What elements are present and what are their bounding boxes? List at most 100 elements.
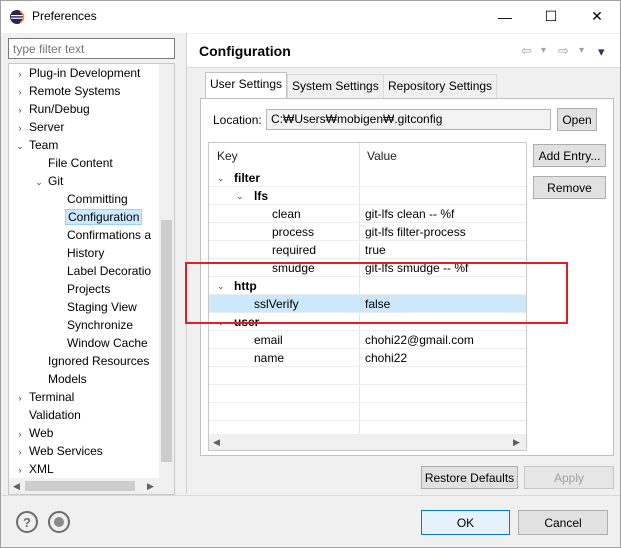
tree-item[interactable]: › Remote Systems: [13, 82, 122, 100]
view-menu-icon[interactable]: ▾: [598, 44, 605, 60]
tree-item[interactable]: Label Decoratio: [51, 262, 153, 280]
tree-item[interactable]: Synchronize: [51, 316, 135, 334]
chevron-right-icon[interactable]: ›: [13, 101, 27, 119]
tree-item[interactable]: Confirmations a: [51, 226, 153, 244]
key-cell: required: [272, 243, 317, 257]
chevron-right-icon[interactable]: ›: [13, 461, 27, 479]
tab-user-settings[interactable]: User Settings: [205, 72, 288, 99]
close-button[interactable]: ✕: [574, 1, 620, 32]
tree-item-label: Team: [29, 138, 59, 152]
table-row[interactable]: required true: [209, 241, 526, 259]
tree-item[interactable]: Configuration: [51, 208, 143, 226]
tree-item-label: Projects: [67, 282, 111, 296]
remove-button[interactable]: Remove: [533, 176, 606, 199]
column-header-value[interactable]: Value: [359, 143, 397, 169]
forward-icon[interactable]: ⇨: [558, 43, 569, 59]
tree-horizontal-scroll-thumb[interactable]: [25, 481, 135, 491]
tree-item[interactable]: Committing: [51, 190, 130, 208]
tree-item[interactable]: Ignored Resources: [32, 352, 151, 370]
forward-dropdown-icon[interactable]: ▾: [579, 45, 584, 56]
tree-item[interactable]: Staging View: [51, 298, 139, 316]
restore-defaults-button[interactable]: Restore Defaults: [421, 466, 518, 489]
tree-item-label: Synchronize: [67, 318, 134, 332]
record-icon[interactable]: [48, 511, 70, 533]
tab-repository-settings[interactable]: Repository Settings: [383, 74, 498, 98]
back-icon[interactable]: ⇦: [521, 43, 532, 59]
ok-button[interactable]: OK: [421, 510, 510, 535]
scroll-left-icon[interactable]: ◀: [13, 481, 20, 492]
scroll-right-icon[interactable]: ▶: [147, 481, 154, 492]
tab-label: System Settings: [292, 79, 379, 93]
tree-item[interactable]: › Run/Debug: [13, 100, 92, 118]
add-entry-button[interactable]: Add Entry...: [533, 144, 606, 167]
title-bar[interactable]: Preferences — ☐ ✕: [1, 1, 620, 33]
tree-item[interactable]: Models: [32, 370, 89, 388]
back-dropdown-icon[interactable]: ▾: [541, 45, 546, 56]
table-row[interactable]: name chohi22: [209, 349, 526, 367]
tree-vertical-scrollbar[interactable]: [159, 64, 174, 478]
key-cell: clean: [272, 207, 301, 221]
location-field[interactable]: C:₩Users₩mobigen₩.gitconfig: [266, 109, 551, 130]
key-cell: filter: [234, 171, 261, 185]
table-row[interactable]: email chohi22@gmail.com: [209, 331, 526, 349]
tree-item[interactable]: File Content: [32, 154, 115, 172]
chevron-right-icon[interactable]: ›: [13, 65, 27, 83]
tree-item-label: XML: [29, 462, 54, 476]
help-icon[interactable]: ?: [16, 511, 38, 533]
window-title: Preferences: [32, 9, 97, 23]
maximize-icon: ☐: [544, 8, 558, 24]
tree-horizontal-scrollbar[interactable]: ◀ ▶: [9, 478, 174, 494]
chevron-right-icon[interactable]: ›: [13, 83, 27, 101]
tree-item[interactable]: › Terminal: [13, 388, 76, 406]
tree-item[interactable]: Validation: [13, 406, 83, 424]
preference-tree[interactable]: › Plug-in Development › Remote Systems › Run/…: [8, 63, 175, 495]
tree-item[interactable]: › Server: [13, 118, 66, 136]
scroll-right-icon[interactable]: ▶: [513, 437, 520, 448]
tree-item[interactable]: Projects: [51, 280, 112, 298]
chevron-right-icon[interactable]: ›: [13, 443, 27, 461]
tree-vertical-scroll-thumb[interactable]: [161, 220, 172, 462]
table-row[interactable]: process git-lfs filter-process: [209, 223, 526, 241]
table-horizontal-scrollbar[interactable]: ◀ ▶: [209, 434, 526, 450]
chevron-down-icon[interactable]: ⌄: [32, 173, 46, 191]
table-row[interactable]: ⌄ lfs: [209, 187, 526, 205]
table-row: [209, 367, 526, 385]
tab-system-settings[interactable]: System Settings: [287, 74, 384, 98]
apply-button[interactable]: Apply: [524, 466, 614, 489]
cancel-button[interactable]: Cancel: [518, 510, 608, 535]
table-row: [209, 385, 526, 403]
tree-item[interactable]: Window Cache: [51, 334, 150, 352]
tree-item-label: Git: [48, 174, 64, 188]
minimize-button[interactable]: —: [482, 1, 528, 32]
highlight-box: [185, 262, 568, 324]
key-cell: process: [272, 225, 315, 239]
table-row[interactable]: clean git-lfs clean -- %f: [209, 205, 526, 223]
chevron-right-icon[interactable]: ›: [13, 119, 27, 137]
tree-item[interactable]: › XML: [13, 460, 56, 478]
chevron-right-icon[interactable]: ›: [13, 389, 27, 407]
tree-item[interactable]: › Web: [13, 424, 55, 442]
expand-chevron-icon[interactable]: ⌄: [236, 187, 244, 205]
chevron-down-icon[interactable]: ⌄: [13, 137, 27, 155]
maximize-button[interactable]: ☐: [528, 1, 574, 32]
table-row[interactable]: ⌄ filter: [209, 169, 526, 187]
key-cell: name: [254, 351, 285, 365]
close-icon: ✕: [591, 8, 603, 24]
column-header-key[interactable]: Key: [209, 143, 238, 169]
tree-item[interactable]: ⌄ Git: [32, 172, 65, 190]
tree-item[interactable]: › Web Services: [13, 442, 105, 460]
filter-input[interactable]: [8, 38, 175, 59]
tree-item[interactable]: ⌄ Team: [13, 136, 60, 154]
tree-item[interactable]: History: [51, 244, 106, 262]
chevron-right-icon[interactable]: ›: [13, 425, 27, 443]
open-button[interactable]: Open: [557, 108, 597, 131]
location-label: Location:: [213, 113, 262, 127]
value-cell: chohi22: [365, 351, 408, 365]
tree-item[interactable]: › Plug-in Development: [13, 64, 142, 82]
scroll-left-icon[interactable]: ◀: [213, 437, 220, 448]
expand-chevron-icon[interactable]: ⌄: [217, 169, 225, 187]
footer-divider: [1, 495, 620, 496]
tree-item-label: Window Cache: [67, 336, 148, 350]
tree-item-label: Confirmations a: [67, 228, 152, 242]
eclipse-icon: [10, 10, 25, 24]
